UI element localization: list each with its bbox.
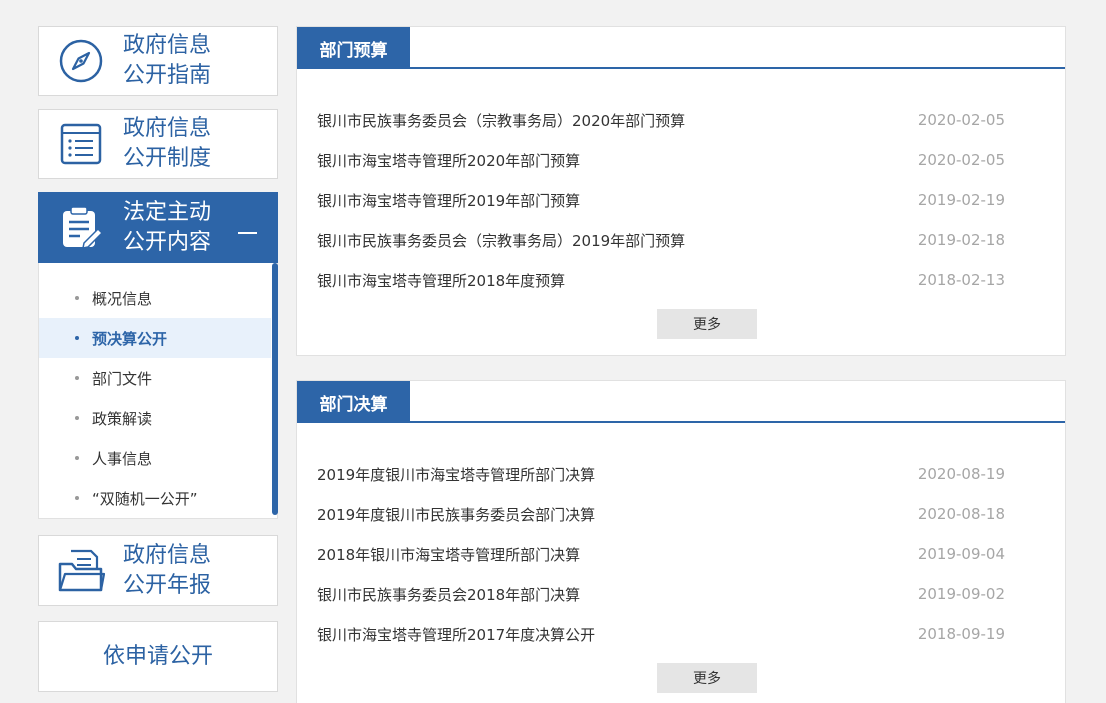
sub-item-label: 概况信息: [92, 289, 153, 308]
final-more-button[interactable]: 更多: [657, 663, 757, 693]
compass-icon: [39, 27, 123, 95]
item-date: 2019-09-04: [917, 545, 1005, 563]
annual-label: 政府信息 公开年报: [123, 542, 212, 598]
budget-more-button[interactable]: 更多: [657, 309, 757, 339]
item-title: 银川市民族事务委员会（宗教事务局）2020年部门预算: [317, 111, 686, 130]
guide-label: 政府信息 公开指南: [123, 33, 212, 88]
folder-doc-icon: [39, 536, 123, 605]
list-item[interactable]: 2018年银川市海宝塔寺管理所部门决算 2019-09-04: [317, 534, 1005, 574]
sub-item-label: 部门文件: [92, 369, 153, 388]
apply-link[interactable]: 依申请公开: [38, 621, 278, 692]
scrollbar[interactable]: [272, 263, 278, 515]
item-date: 2020-08-18: [917, 505, 1005, 523]
item-title: 2019年度银川市海宝塔寺管理所部门决算: [317, 465, 596, 484]
final-title: 部门决算: [297, 381, 410, 423]
item-title: 银川市海宝塔寺管理所2018年度预算: [317, 271, 566, 290]
item-date: 2020-02-05: [917, 111, 1005, 129]
item-date: 2019-02-18: [917, 231, 1005, 249]
item-title: 2018年银川市海宝塔寺管理所部门决算: [317, 545, 581, 564]
item-date: 2019-02-19: [917, 191, 1005, 209]
budget-header: 部门预算: [297, 27, 1065, 69]
list-item[interactable]: 2019年度银川市民族事务委员会部门决算 2020-08-18: [317, 494, 1005, 534]
sub-item-label: 预决算公开: [92, 329, 168, 348]
item-date: 2018-02-13: [917, 271, 1005, 289]
system-label: 政府信息 公开制度: [123, 116, 212, 171]
item-date: 2020-02-05: [917, 151, 1005, 169]
bullet-icon: [75, 336, 79, 340]
sub-item-random-inspection[interactable]: “双随机一公开”: [39, 478, 271, 518]
list-item[interactable]: 银川市民族事务委员会（宗教事务局）2019年部门预算 2019-02-18: [317, 220, 1005, 260]
list-item[interactable]: 2019年度银川市海宝塔寺管理所部门决算 2020-08-19: [317, 454, 1005, 494]
bullet-icon: [75, 296, 79, 300]
system-link[interactable]: 政府信息 公开制度: [38, 109, 278, 179]
final-list: 2019年度银川市海宝塔寺管理所部门决算 2020-08-19 2019年度银川市…: [317, 454, 1005, 654]
apply-label: 依申请公开: [102, 643, 213, 669]
collapse-icon[interactable]: [238, 232, 257, 234]
item-title: 2019年度银川市民族事务委员会部门决算: [317, 505, 596, 524]
sub-item-documents[interactable]: 部门文件: [39, 358, 271, 398]
list-item[interactable]: 银川市民族事务委员会（宗教事务局）2020年部门预算 2020-02-05: [317, 100, 1005, 140]
item-date: 2019-09-02: [917, 585, 1005, 603]
annual-report-link[interactable]: 政府信息 公开年报: [38, 535, 278, 606]
guide-link[interactable]: 政府信息 公开指南: [38, 26, 278, 96]
item-title: 银川市民族事务委员会2018年部门决算: [317, 585, 581, 604]
list-item[interactable]: 银川市海宝塔寺管理所2020年部门预算 2020-02-05: [317, 140, 1005, 180]
budget-list: 银川市民族事务委员会（宗教事务局）2020年部门预算 2020-02-05 银川市…: [317, 100, 1005, 300]
final-header: 部门决算: [297, 381, 1065, 423]
item-title: 银川市海宝塔寺管理所2019年部门预算: [317, 191, 581, 210]
final-panel: 部门决算 2019年度银川市海宝塔寺管理所部门决算 2020-08-19 2019…: [296, 380, 1066, 703]
sub-item-personnel[interactable]: 人事信息: [39, 438, 271, 478]
sub-item-policy[interactable]: 政策解读: [39, 398, 271, 438]
bullet-icon: [75, 376, 79, 380]
list-doc-icon: [39, 110, 123, 178]
list-item[interactable]: 银川市海宝塔寺管理所2019年部门预算 2019-02-19: [317, 180, 1005, 220]
budget-panel: 部门预算 银川市民族事务委员会（宗教事务局）2020年部门预算 2020-02-0…: [296, 26, 1066, 356]
list-item[interactable]: 银川市民族事务委员会2018年部门决算 2019-09-02: [317, 574, 1005, 614]
item-title: 银川市海宝塔寺管理所2020年部门预算: [317, 151, 581, 170]
item-title: 银川市民族事务委员会（宗教事务局）2019年部门预算: [317, 231, 686, 250]
sub-item-overview[interactable]: 概况信息: [39, 278, 271, 318]
item-date: 2018-09-19: [917, 625, 1005, 643]
bullet-icon: [75, 496, 79, 500]
list-item[interactable]: 银川市海宝塔寺管理所2018年度预算 2018-02-13: [317, 260, 1005, 300]
statutory-label: 法定主动 公开内容: [123, 200, 212, 255]
sub-item-label: 政策解读: [92, 409, 153, 428]
statutory-link[interactable]: 法定主动 公开内容: [38, 192, 278, 264]
clipboard-edit-icon: [39, 193, 123, 263]
bullet-icon: [75, 416, 79, 420]
item-date: 2020-08-19: [917, 465, 1005, 483]
submenu: 概况信息 预决算公开 部门文件 政策解读 人事信息 “双随机一公开”: [38, 263, 278, 519]
item-title: 银川市海宝塔寺管理所2017年度决算公开: [317, 625, 596, 644]
sub-item-label: 人事信息: [92, 449, 153, 468]
list-item[interactable]: 银川市海宝塔寺管理所2017年度决算公开 2018-09-19: [317, 614, 1005, 654]
sub-item-label: “双随机一公开”: [92, 489, 198, 508]
sub-item-budget[interactable]: 预决算公开: [39, 318, 271, 358]
budget-title: 部门预算: [297, 27, 410, 69]
bullet-icon: [75, 456, 79, 460]
